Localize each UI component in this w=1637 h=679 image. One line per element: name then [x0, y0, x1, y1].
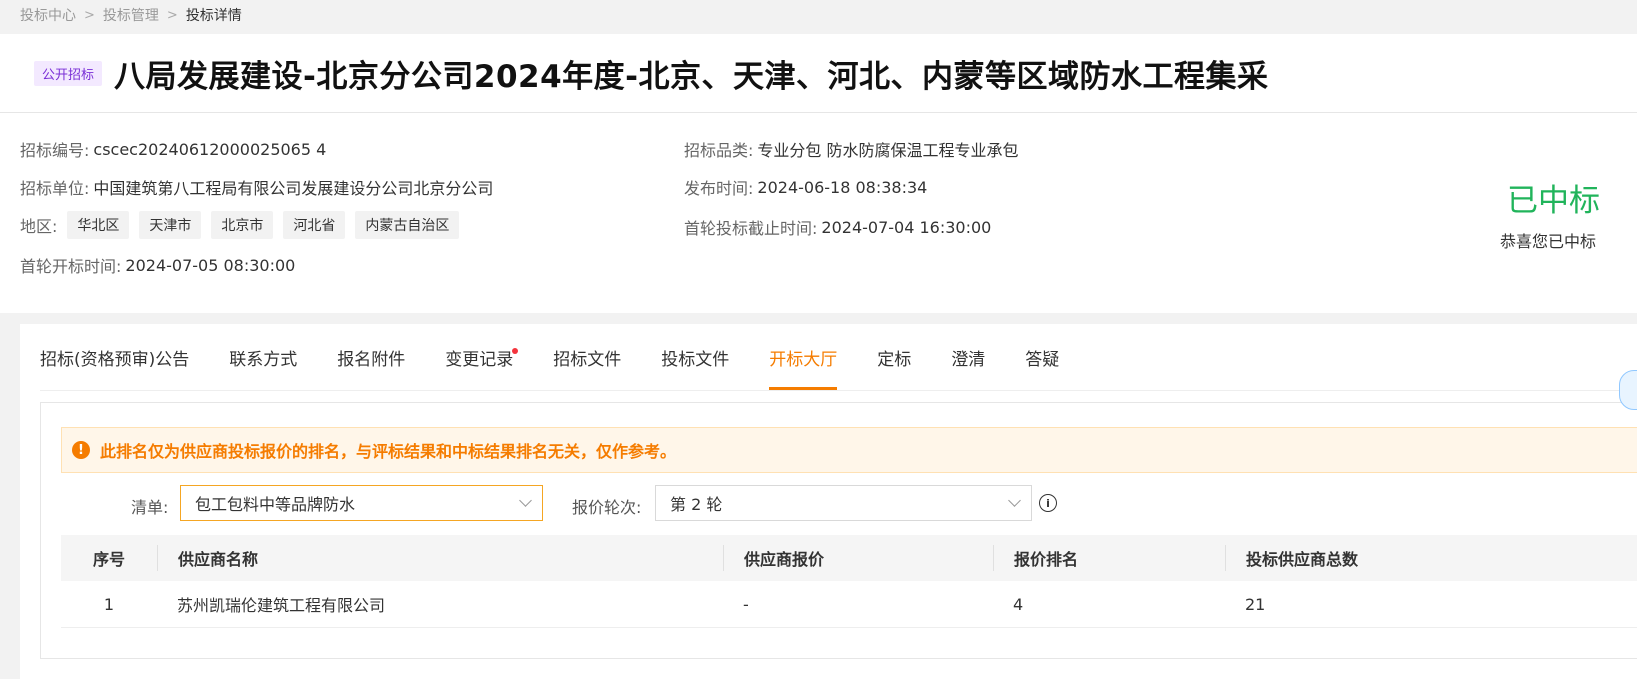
tab-change-log-label: 变更记录 — [445, 349, 514, 370]
header-supplier-name: 供应商名称 — [157, 545, 723, 571]
page-header: 公开招标 八局发展建设-北京分公司2024年度-北京、天津、河北、内蒙等区域防水… — [0, 34, 1637, 113]
tab-bid-opening-hall[interactable]: 开标大厅 — [769, 324, 838, 390]
tab-tender-documents[interactable]: 招标文件 — [553, 324, 621, 390]
floating-service-button[interactable] — [1619, 370, 1637, 410]
header-supplier-price: 供应商报价 — [723, 545, 993, 571]
list-select-value: 包工包料中等品牌防水 — [195, 495, 356, 514]
tab-qa[interactable]: 答疑 — [1025, 324, 1059, 390]
region-label: 地区: — [20, 217, 58, 236]
deadline-row: 首轮投标截止时间: 2024-07-04 16:30:00 — [684, 215, 991, 239]
deadline-value: 2024-07-04 16:30:00 — [821, 217, 992, 237]
region-chip: 天津市 — [139, 211, 202, 239]
list-select[interactable]: 包工包料中等品牌防水 — [180, 485, 543, 521]
region-chip: 北京市 — [211, 211, 274, 239]
region-chip: 华北区 — [67, 211, 130, 239]
category-value: 专业分包 防水防腐保温工程专业承包 — [757, 141, 1019, 160]
tab-bid-documents[interactable]: 投标文件 — [661, 324, 729, 390]
deadline-label: 首轮投标截止时间: — [684, 219, 818, 238]
header-index: 序号 — [92, 550, 125, 569]
ranking-notice-text: 此排名仅为供应商投标报价的排名，与评标结果和中标结果排名无关，仅作参考。 — [100, 442, 677, 461]
bid-number-row: 招标编号: cscec20240612000025065 4 — [20, 137, 326, 161]
chevron-down-icon — [519, 494, 532, 507]
header-total-suppliers: 投标供应商总数 — [1225, 545, 1637, 571]
ranking-notice: ! 此排名仅为供应商投标报价的排名，与评标结果和中标结果排名无关，仅作参考。 — [61, 427, 1637, 473]
breadcrumb-item-bid-detail: 投标详情 — [185, 8, 242, 24]
award-status-sub: 恭喜您已中标 — [1500, 232, 1597, 251]
publish-time-row: 发布时间: 2024-06-18 08:38:34 — [684, 175, 927, 199]
region-chip: 河北省 — [283, 211, 346, 239]
publish-time-value: 2024-06-18 08:38:34 — [757, 177, 928, 197]
publish-time-label: 发布时间: — [684, 179, 754, 198]
breadcrumb: 投标中心 > 投标管理 > 投标详情 — [20, 0, 242, 30]
breadcrumb-separator-icon: > — [84, 7, 95, 23]
bid-unit-value: 中国建筑第八工程局有限公司发展建设分公司北京分公司 — [93, 179, 494, 198]
award-status: 已中标 恭喜您已中标 — [1500, 175, 1637, 252]
award-status-main: 已中标 — [1507, 183, 1600, 219]
info-icon[interactable]: i — [1039, 494, 1057, 512]
tab-contact[interactable]: 联系方式 — [229, 324, 297, 390]
page-title: 八局发展建设-北京分公司2024年度-北京、天津、河北、内蒙等区域防水工程集采 — [114, 58, 1269, 95]
breadcrumb-separator-icon: > — [166, 7, 178, 23]
warning-icon: ! — [72, 441, 90, 459]
tab-change-log[interactable]: 变更记录 — [445, 324, 519, 390]
breadcrumb-item-bid-management[interactable]: 投标管理 — [103, 5, 159, 25]
bid-opening-content: ! 此排名仅为供应商投标报价的排名，与评标结果和中标结果排名无关，仅作参考。 清… — [40, 402, 1637, 659]
bid-type-tag: 公开招标 — [34, 60, 103, 86]
bid-unit-label: 招标单位: — [20, 179, 90, 198]
round-select-value: 第 2 轮 — [670, 495, 723, 514]
filter-bar: 清单: 包工包料中等品牌防水 报价轮次: 第 2 轮 i — [41, 485, 1637, 525]
chevron-down-icon — [1008, 494, 1021, 507]
round-select[interactable]: 第 2 轮 — [655, 485, 1032, 521]
category-label: 招标品类: — [684, 141, 754, 160]
open-time-row: 首轮开标时间: 2024-07-05 08:30:00 — [20, 253, 295, 277]
round-label: 报价轮次: — [572, 498, 642, 517]
region-chip: 内蒙古自治区 — [355, 211, 460, 239]
tab-clarification[interactable]: 澄清 — [951, 324, 985, 390]
cell-supplier-price: - — [743, 594, 749, 614]
tab-registration-attachment[interactable]: 报名附件 — [337, 324, 405, 390]
table-header: 序号 供应商名称 供应商报价 报价排名 投标供应商总数 — [61, 535, 1637, 581]
table-row: 1 苏州凯瑞伦建筑工程有限公司 - 4 21 — [61, 581, 1637, 628]
cell-price-rank: 4 — [1013, 594, 1024, 614]
header-price-rank: 报价排名 — [993, 545, 1225, 571]
cell-index: 1 — [103, 594, 115, 614]
tab-announcement[interactable]: 招标(资格预审)公告 — [40, 324, 189, 390]
open-time-value: 2024-07-05 08:30:00 — [125, 255, 296, 275]
tab-award[interactable]: 定标 — [877, 324, 911, 390]
ranking-table: 序号 供应商名称 供应商报价 报价排名 投标供应商总数 1 苏州凯瑞伦建筑工程有… — [61, 535, 1637, 628]
list-label: 清单: — [131, 498, 169, 517]
bid-unit-row: 招标单位: 中国建筑第八工程局有限公司发展建设分公司北京分公司 — [20, 175, 493, 199]
region-row: 地区: 华北区 天津市 北京市 河北省 内蒙古自治区 — [20, 211, 460, 239]
cell-total-suppliers: 21 — [1245, 594, 1266, 614]
unread-dot-icon — [512, 348, 519, 354]
cell-supplier-name: 苏州凯瑞伦建筑工程有限公司 — [177, 596, 386, 615]
category-row: 招标品类: 专业分包 防水防腐保温工程专业承包 — [684, 137, 1019, 161]
breadcrumb-item-bid-center[interactable]: 投标中心 — [20, 5, 76, 25]
bid-number-label: 招标编号: — [20, 141, 90, 160]
open-time-label: 首轮开标时间: — [20, 257, 122, 276]
detail-panel: 招标(资格预审)公告 联系方式 报名附件 变更记录 招标文件 投标文件 开标大厅… — [20, 324, 1637, 679]
tab-bar: 招标(资格预审)公告 联系方式 报名附件 变更记录 招标文件 投标文件 开标大厅… — [40, 324, 1637, 391]
bid-info-section: 招标编号: cscec20240612000025065 4 招标单位: 中国建… — [0, 113, 1637, 313]
bid-number-value: cscec20240612000025065 4 — [93, 139, 327, 159]
